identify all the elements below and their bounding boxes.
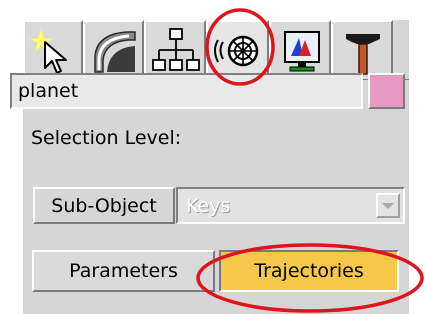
dropdown-arrow-button[interactable] — [376, 193, 400, 218]
tab-display[interactable] — [269, 20, 331, 80]
selection-level-value: Keys — [186, 195, 231, 217]
motion-wheel-icon — [214, 35, 259, 67]
object-name-field[interactable]: planet — [10, 73, 363, 109]
tab-motion[interactable] — [206, 20, 269, 80]
object-color-swatch[interactable] — [368, 73, 405, 109]
selection-level-label: Selection Level: — [31, 127, 182, 149]
tab-utilities[interactable] — [331, 20, 393, 80]
parameters-label: Parameters — [69, 260, 178, 282]
trajectories-button[interactable]: Trajectories — [219, 250, 399, 292]
utilities-hammer-icon — [346, 34, 380, 75]
modify-rainbow-curve-icon — [94, 31, 136, 73]
tab-hierarchy[interactable] — [144, 20, 206, 80]
sub-object-button[interactable]: Sub-Object — [33, 187, 175, 224]
parameters-button[interactable]: Parameters — [32, 250, 215, 292]
display-monitor-icon — [284, 31, 320, 72]
chevron-down-icon — [382, 203, 394, 209]
tab-modify[interactable] — [83, 20, 144, 80]
create-cursor-star-icon — [27, 27, 67, 74]
hierarchy-tree-icon — [152, 28, 200, 71]
tab-create[interactable] — [23, 20, 83, 80]
sub-object-label: Sub-Object — [51, 194, 157, 217]
trajectories-label: Trajectories — [254, 260, 364, 282]
selection-level-dropdown[interactable]: Keys — [176, 187, 405, 224]
object-name-text: planet — [18, 80, 79, 102]
